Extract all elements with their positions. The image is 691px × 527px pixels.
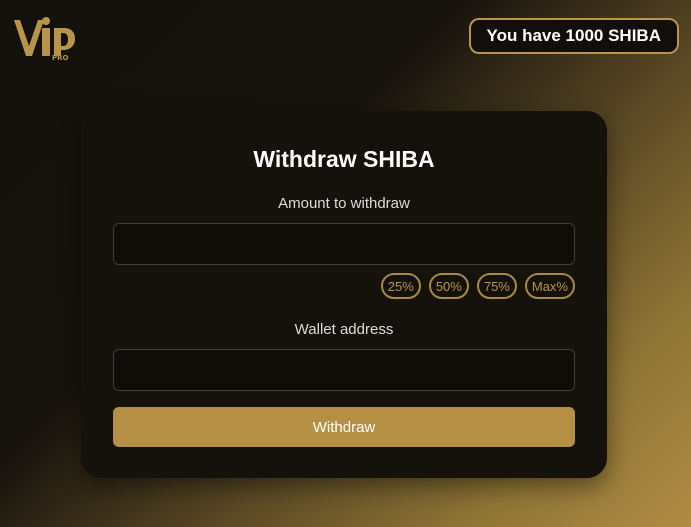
percent-button-group: 25% 50% 75% Max% <box>380 273 575 299</box>
amount-input[interactable] <box>113 223 575 265</box>
amount-label: Amount to withdraw <box>278 195 410 212</box>
withdraw-card: Withdraw SHIBA Amount to withdraw 25% 50… <box>81 111 607 478</box>
wallet-address-input[interactable] <box>113 349 575 391</box>
balance-label: You have 1000 SHIBA <box>486 26 661 45</box>
percent-75-button[interactable]: 75% <box>476 273 517 299</box>
wallet-label: Wallet address <box>294 321 394 338</box>
vip-pro-logo[interactable]: PRO <box>12 12 76 62</box>
vip-logo-icon: PRO <box>14 17 75 62</box>
percent-25-button[interactable]: 25% <box>380 273 421 299</box>
percent-50-button[interactable]: 50% <box>428 273 469 299</box>
withdraw-title: Withdraw SHIBA <box>253 146 435 172</box>
svg-text:PRO: PRO <box>52 54 69 62</box>
withdraw-button[interactable]: Withdraw <box>113 407 575 447</box>
percent-max-button[interactable]: Max% <box>524 273 575 299</box>
balance-badge: You have 1000 SHIBA <box>468 18 679 54</box>
